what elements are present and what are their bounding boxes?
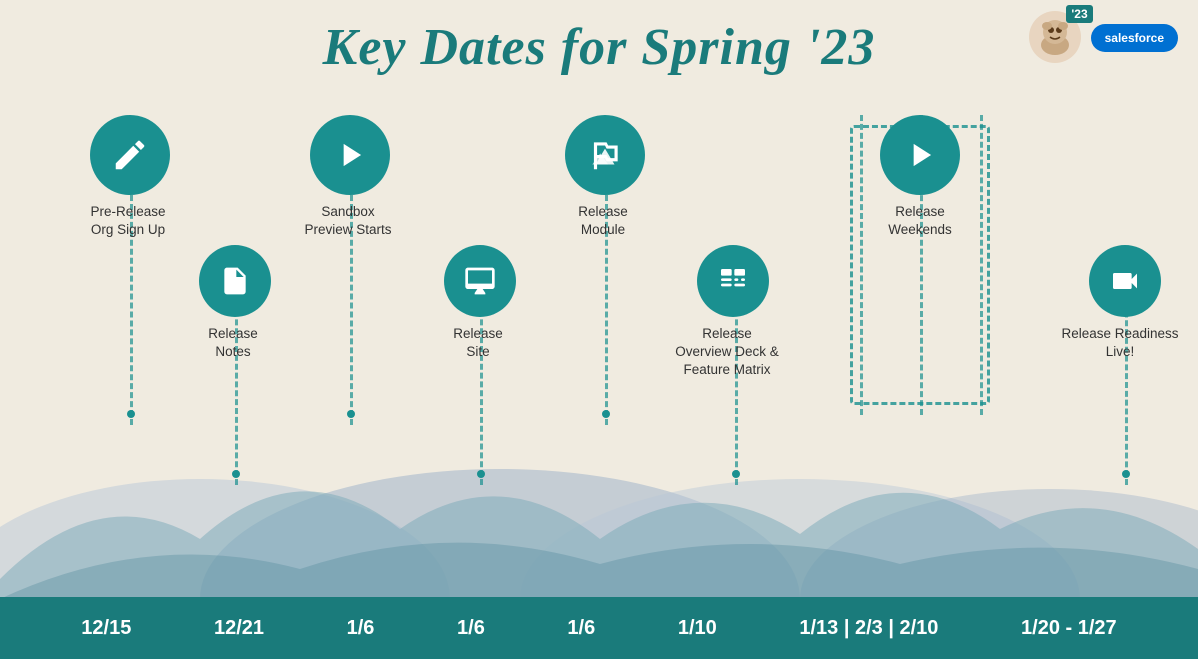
mountain-icon	[586, 136, 624, 174]
page-title: Key Dates for Spring '23	[0, 18, 1198, 77]
timeline: Pre-ReleaseOrg Sign Up SandboxPreview St…	[30, 115, 1168, 535]
sandbox-preview-icon	[310, 115, 390, 195]
release-notes-label: ReleaseNotes	[178, 325, 288, 361]
date-readiness: 1/20 - 1/27	[1021, 617, 1117, 640]
dot-module	[602, 410, 610, 418]
release-module-label: ReleaseModule	[533, 203, 673, 239]
date-16a: 1/6	[347, 617, 375, 640]
sandbox-preview-label: SandboxPreview Starts	[278, 203, 418, 239]
logo-area: '23 salesforce	[1028, 10, 1178, 65]
dot-overview	[732, 470, 740, 478]
release-site-label: ReleaseSite	[423, 325, 533, 361]
salesforce-logo: salesforce	[1091, 24, 1178, 52]
dot-pre-release	[127, 410, 135, 418]
play-icon-1	[331, 136, 369, 174]
play-icon-2	[901, 136, 939, 174]
grid-icon	[717, 265, 749, 297]
date-weekends: 1/13 | 2/3 | 2/10	[799, 617, 938, 640]
release-notes-icon	[199, 245, 271, 317]
document-icon	[219, 265, 251, 297]
camera-video-icon	[1109, 265, 1141, 297]
dot-readiness	[1122, 470, 1130, 478]
spring23-badge: '23	[1066, 5, 1092, 23]
date-bar: 12/15 12/21 1/6 1/6 1/6 1/10 1/13 | 2/3 …	[0, 597, 1198, 659]
dot-release-notes	[232, 470, 240, 478]
date-1215: 12/15	[81, 617, 131, 640]
date-1221: 12/21	[214, 617, 264, 640]
release-readiness-icon	[1089, 245, 1161, 317]
date-16b: 1/6	[457, 617, 485, 640]
salesforce-label: salesforce	[1105, 31, 1164, 45]
title-area: Key Dates for Spring '23	[0, 18, 1198, 77]
release-overview-label: ReleaseOverview Deck &Feature Matrix	[662, 325, 792, 380]
release-readiness-label: Release ReadinessLive!	[1050, 325, 1190, 361]
vline-weekends-1	[860, 115, 863, 415]
dot-sandbox	[347, 410, 355, 418]
vline-weekends-3	[980, 115, 983, 415]
release-site-icon	[444, 245, 516, 317]
date-110: 1/10	[678, 617, 717, 640]
pre-release-icon	[90, 115, 170, 195]
pre-release-label: Pre-ReleaseOrg Sign Up	[58, 203, 198, 239]
release-module-icon	[565, 115, 645, 195]
release-overview-icon	[697, 245, 769, 317]
dot-release-site	[477, 470, 485, 478]
release-weekends-icon	[880, 115, 960, 195]
release-weekends-label: ReleaseWeekends	[850, 203, 990, 239]
pencil-icon	[111, 136, 149, 174]
date-16c: 1/6	[567, 617, 595, 640]
monitor-icon	[464, 265, 496, 297]
